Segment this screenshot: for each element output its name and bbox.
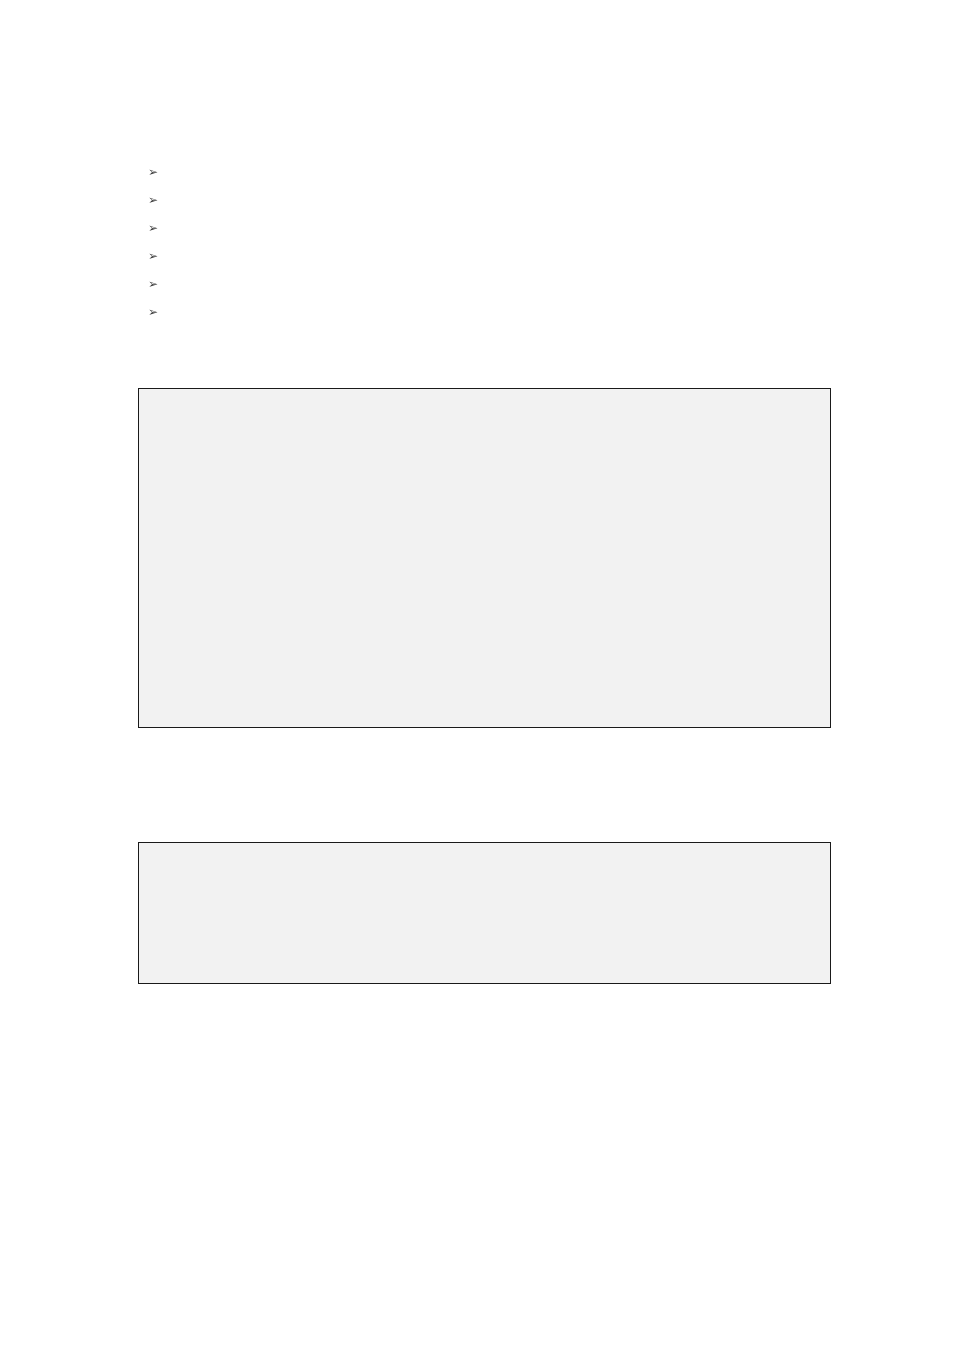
document-page: ➢ ➢ ➢ ➢ ➢ ➢	[0, 0, 954, 1350]
list-item: ➢	[148, 192, 164, 220]
list-item: ➢	[148, 164, 164, 192]
arrowhead-bullet-icon: ➢	[148, 164, 164, 180]
arrowhead-bullet-icon: ➢	[148, 276, 164, 292]
arrowhead-bullet-icon: ➢	[148, 220, 164, 236]
content-box-large	[138, 388, 831, 728]
list-item: ➢	[148, 304, 164, 332]
list-item: ➢	[148, 248, 164, 276]
list-item: ➢	[148, 276, 164, 304]
list-item: ➢	[148, 220, 164, 248]
arrowhead-bullet-icon: ➢	[148, 304, 164, 320]
content-box-small	[138, 842, 831, 984]
arrowhead-bullet-icon: ➢	[148, 192, 164, 208]
bullet-list: ➢ ➢ ➢ ➢ ➢ ➢	[148, 164, 164, 332]
arrowhead-bullet-icon: ➢	[148, 248, 164, 264]
